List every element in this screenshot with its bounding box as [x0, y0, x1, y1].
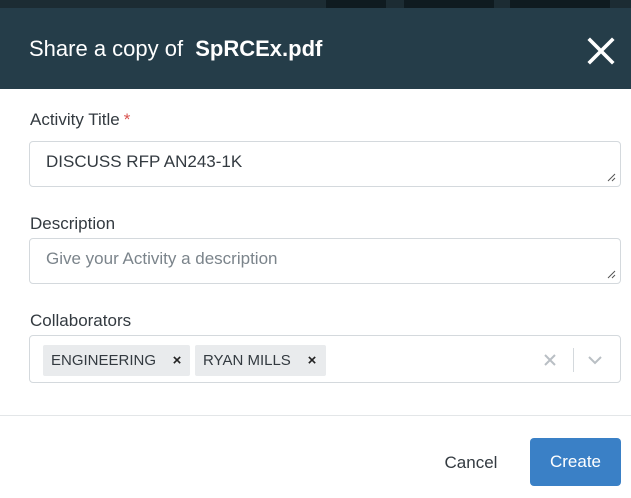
share-copy-dialog: Share a copy of SpRCEx.pdf Activity Titl…	[0, 8, 631, 498]
description-field[interactable]: Give your Activity a description	[29, 238, 621, 284]
activity-title-label: Activity Title *	[30, 109, 130, 131]
collaborators-label: Collaborators	[30, 311, 132, 330]
dialog-body: Activity Title * DISCUSS RFP AN243-1K Des…	[0, 89, 631, 415]
dialog-header: Share a copy of SpRCEx.pdf	[0, 8, 631, 89]
activity-title-value: DISCUSS RFP AN243-1K	[46, 152, 243, 171]
dialog-title: Share a copy of SpRCEx.pdf	[29, 34, 322, 64]
description-label: Description	[30, 214, 116, 233]
clear-icon[interactable]	[542, 352, 558, 368]
close-button[interactable]	[585, 34, 617, 68]
chip-ryan-mills: RYAN MILLS ×	[195, 345, 326, 376]
resize-handle-icon[interactable]	[606, 172, 616, 182]
activity-title-label-text: Activity Title	[30, 110, 120, 129]
dialog-title-prefix: Share a copy of	[29, 36, 184, 61]
collaborators-select[interactable]: ENGINEERING × RYAN MILLS ×	[29, 335, 621, 383]
description-placeholder: Give your Activity a description	[46, 249, 278, 268]
indicator-separator	[573, 348, 574, 372]
dialog-file-name: SpRCEx.pdf	[195, 36, 323, 61]
chevron-down-icon[interactable]	[586, 352, 604, 368]
chip-label: RYAN MILLS	[203, 352, 291, 369]
chip-label: ENGINEERING	[51, 352, 157, 369]
chip-remove-button[interactable]: ×	[304, 345, 320, 376]
resize-handle-icon[interactable]	[606, 269, 616, 279]
background-app-strip	[0, 0, 631, 8]
activity-title-field[interactable]: DISCUSS RFP AN243-1K	[29, 141, 621, 187]
cancel-button[interactable]: Cancel	[434, 446, 508, 480]
dialog-footer: Cancel Create	[0, 415, 631, 498]
chip-remove-button[interactable]: ×	[169, 345, 185, 376]
chip-engineering: ENGINEERING ×	[43, 345, 190, 376]
required-marker: *	[123, 110, 131, 129]
create-button[interactable]: Create	[530, 438, 621, 486]
close-icon	[587, 37, 615, 65]
